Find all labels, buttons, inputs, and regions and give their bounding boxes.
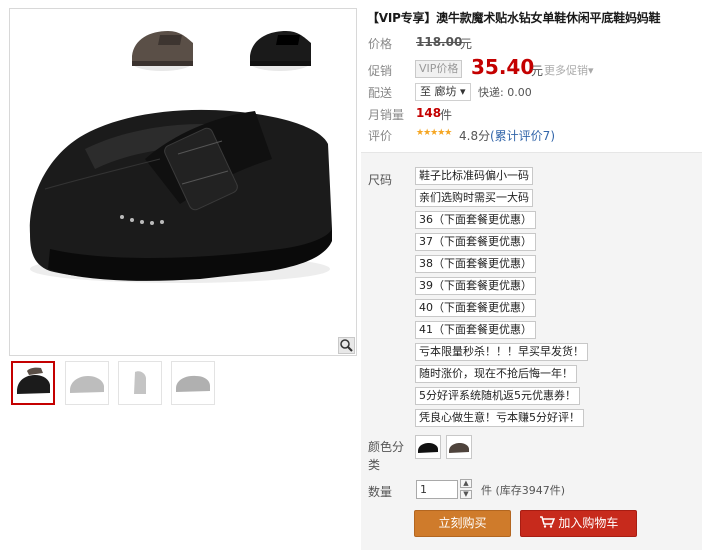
zoom-button[interactable] xyxy=(338,337,355,354)
shipping-destination-select[interactable]: 至 廊坊 ▾ xyxy=(415,83,471,101)
chevron-down-icon: ▾ xyxy=(460,85,466,98)
size-option[interactable]: 随时涨价，现在不抢后悔一年！ xyxy=(415,365,577,383)
size-option[interactable]: 凭良心做生意！亏本赚5分好评！ xyxy=(415,409,584,427)
star-rating-icon: ★★★★★ xyxy=(416,128,452,138)
color-option-brown[interactable] xyxy=(446,435,472,459)
thumbnail-4[interactable] xyxy=(171,361,215,405)
shoe-thumbnail xyxy=(134,371,146,394)
size-label: 尺码 xyxy=(368,173,393,187)
thumbnail-2[interactable] xyxy=(65,361,109,405)
shoe-thumbnail xyxy=(176,375,210,392)
size-option[interactable]: 亏本限量秒杀！！！早买早发货！ xyxy=(415,343,588,361)
shoe-thumbnail xyxy=(17,367,50,394)
size-option[interactable]: 39（下面套餐更优惠） xyxy=(415,277,536,295)
more-promo-link[interactable]: 更多促销▾ xyxy=(544,62,594,78)
shipping-fee: 快递: 0.00 xyxy=(478,86,532,99)
rating-score: 4.8分 xyxy=(459,129,491,143)
quantity-increase-button[interactable]: ▲ xyxy=(460,479,472,488)
quantity-label: 数量 xyxy=(368,485,393,499)
promo-label: 促销 xyxy=(368,64,393,78)
color-option-black[interactable] xyxy=(415,435,441,459)
price-label: 价格 xyxy=(368,37,393,51)
color-label: 颜色分类 xyxy=(368,440,405,472)
magnifier-icon xyxy=(340,339,353,352)
size-option[interactable]: 鞋子比标准码偏小一码 xyxy=(415,167,533,185)
size-option[interactable]: 38（下面套餐更优惠） xyxy=(415,255,536,273)
shoe-image xyxy=(29,31,333,283)
original-price: 118.00 xyxy=(416,35,463,49)
thumbnail-3[interactable] xyxy=(118,361,162,405)
monthly-sales-count: 148 xyxy=(416,106,442,120)
product-title: 【VIP专享】澳牛款魔术贴水钻女单鞋休闲平底鞋妈妈鞋 xyxy=(367,11,661,25)
quantity-input[interactable] xyxy=(416,480,458,499)
shipping-destination-text: 至 廊坊 xyxy=(420,85,457,98)
promo-price-unit: 元 xyxy=(531,64,544,78)
add-to-cart-label: 加入购物车 xyxy=(558,516,619,530)
rating-label: 评价 xyxy=(368,129,393,143)
black-shoe-swatch xyxy=(418,443,438,453)
quantity-decrease-button[interactable]: ▼ xyxy=(460,490,472,499)
thumbnail-1[interactable] xyxy=(11,361,55,405)
monthly-sales-label: 月销量 xyxy=(368,108,405,122)
shoe-thumbnail xyxy=(70,376,104,393)
monthly-sales-unit: 件 xyxy=(440,108,453,122)
size-option[interactable]: 36（下面套餐更优惠） xyxy=(415,211,536,229)
promo-price: 35.40 xyxy=(471,55,535,79)
original-price-unit: 元 xyxy=(460,37,473,51)
brown-shoe-swatch xyxy=(449,443,469,453)
stock-info: 件 (库存3947件) xyxy=(481,484,566,497)
size-option[interactable]: 亲们选购时需买一大码 xyxy=(415,189,533,207)
more-promo-text: 更多促销 xyxy=(544,64,588,77)
main-product-image[interactable] xyxy=(9,8,357,356)
shipping-label: 配送 xyxy=(368,86,393,100)
review-count-link[interactable]: (累计评价7) xyxy=(490,127,555,144)
buy-now-button[interactable]: 立刻购买 xyxy=(414,510,511,537)
size-option[interactable]: 40（下面套餐更优惠） xyxy=(415,299,536,317)
size-option[interactable]: 37（下面套餐更优惠） xyxy=(415,233,536,251)
size-option[interactable]: 5分好评系统随机返5元优惠券！ xyxy=(415,387,580,405)
vip-price-tag: VIP价格 xyxy=(415,60,463,78)
cart-icon xyxy=(539,516,555,528)
add-to-cart-button[interactable]: 加入购物车 xyxy=(520,510,637,537)
size-option[interactable]: 41（下面套餐更优惠） xyxy=(415,321,536,339)
